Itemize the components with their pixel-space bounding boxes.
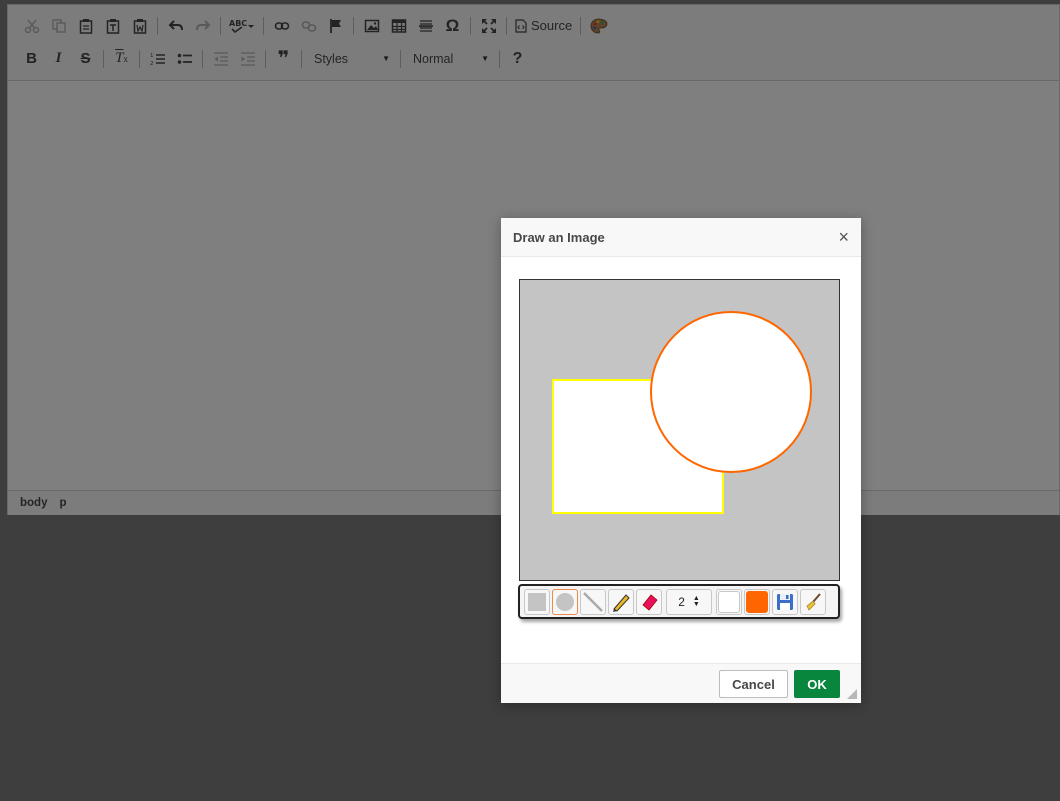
dialog-footer: Cancel OK [501, 663, 861, 703]
eraser-tool-button[interactable] [636, 588, 662, 615]
close-icon[interactable]: × [838, 228, 849, 246]
eraser-icon [642, 593, 658, 611]
stroke-color-swatch [746, 590, 768, 613]
drawn-circle [650, 311, 812, 473]
fill-color-swatch [718, 590, 740, 613]
stroke-color-button[interactable] [744, 588, 770, 615]
broom-icon [806, 592, 821, 611]
drawing-toolbar: 2 ▲ ▼ [518, 584, 840, 619]
pencil-icon [613, 593, 630, 612]
stroke-width-value: 2 [678, 594, 685, 609]
dialog-title-bar: Draw an Image × [501, 218, 861, 257]
fill-color-button[interactable] [716, 588, 742, 615]
draw-image-dialog: Draw an Image × 2 ▲ ▼ Cancel OK [501, 218, 861, 703]
line-tool-button[interactable] [580, 588, 606, 615]
stepper-arrows-icon[interactable]: ▲ ▼ [693, 595, 700, 608]
rectangle-icon [528, 592, 546, 611]
line-icon [583, 591, 603, 612]
resize-handle[interactable] [847, 689, 857, 699]
stroke-width-stepper[interactable]: 2 ▲ ▼ [666, 588, 712, 615]
rectangle-tool-button[interactable] [524, 588, 550, 615]
dialog-title: Draw an Image [513, 229, 605, 245]
cancel-button[interactable]: Cancel [719, 670, 788, 698]
pencil-tool-button[interactable] [608, 588, 634, 615]
ok-button[interactable]: OK [794, 670, 840, 698]
ellipse-tool-button[interactable] [552, 588, 578, 615]
drawing-canvas[interactable] [519, 279, 840, 581]
floppy-disk-icon [777, 593, 793, 610]
circle-icon [556, 592, 574, 611]
clear-canvas-button[interactable] [800, 588, 826, 615]
save-drawing-button[interactable] [772, 588, 798, 615]
